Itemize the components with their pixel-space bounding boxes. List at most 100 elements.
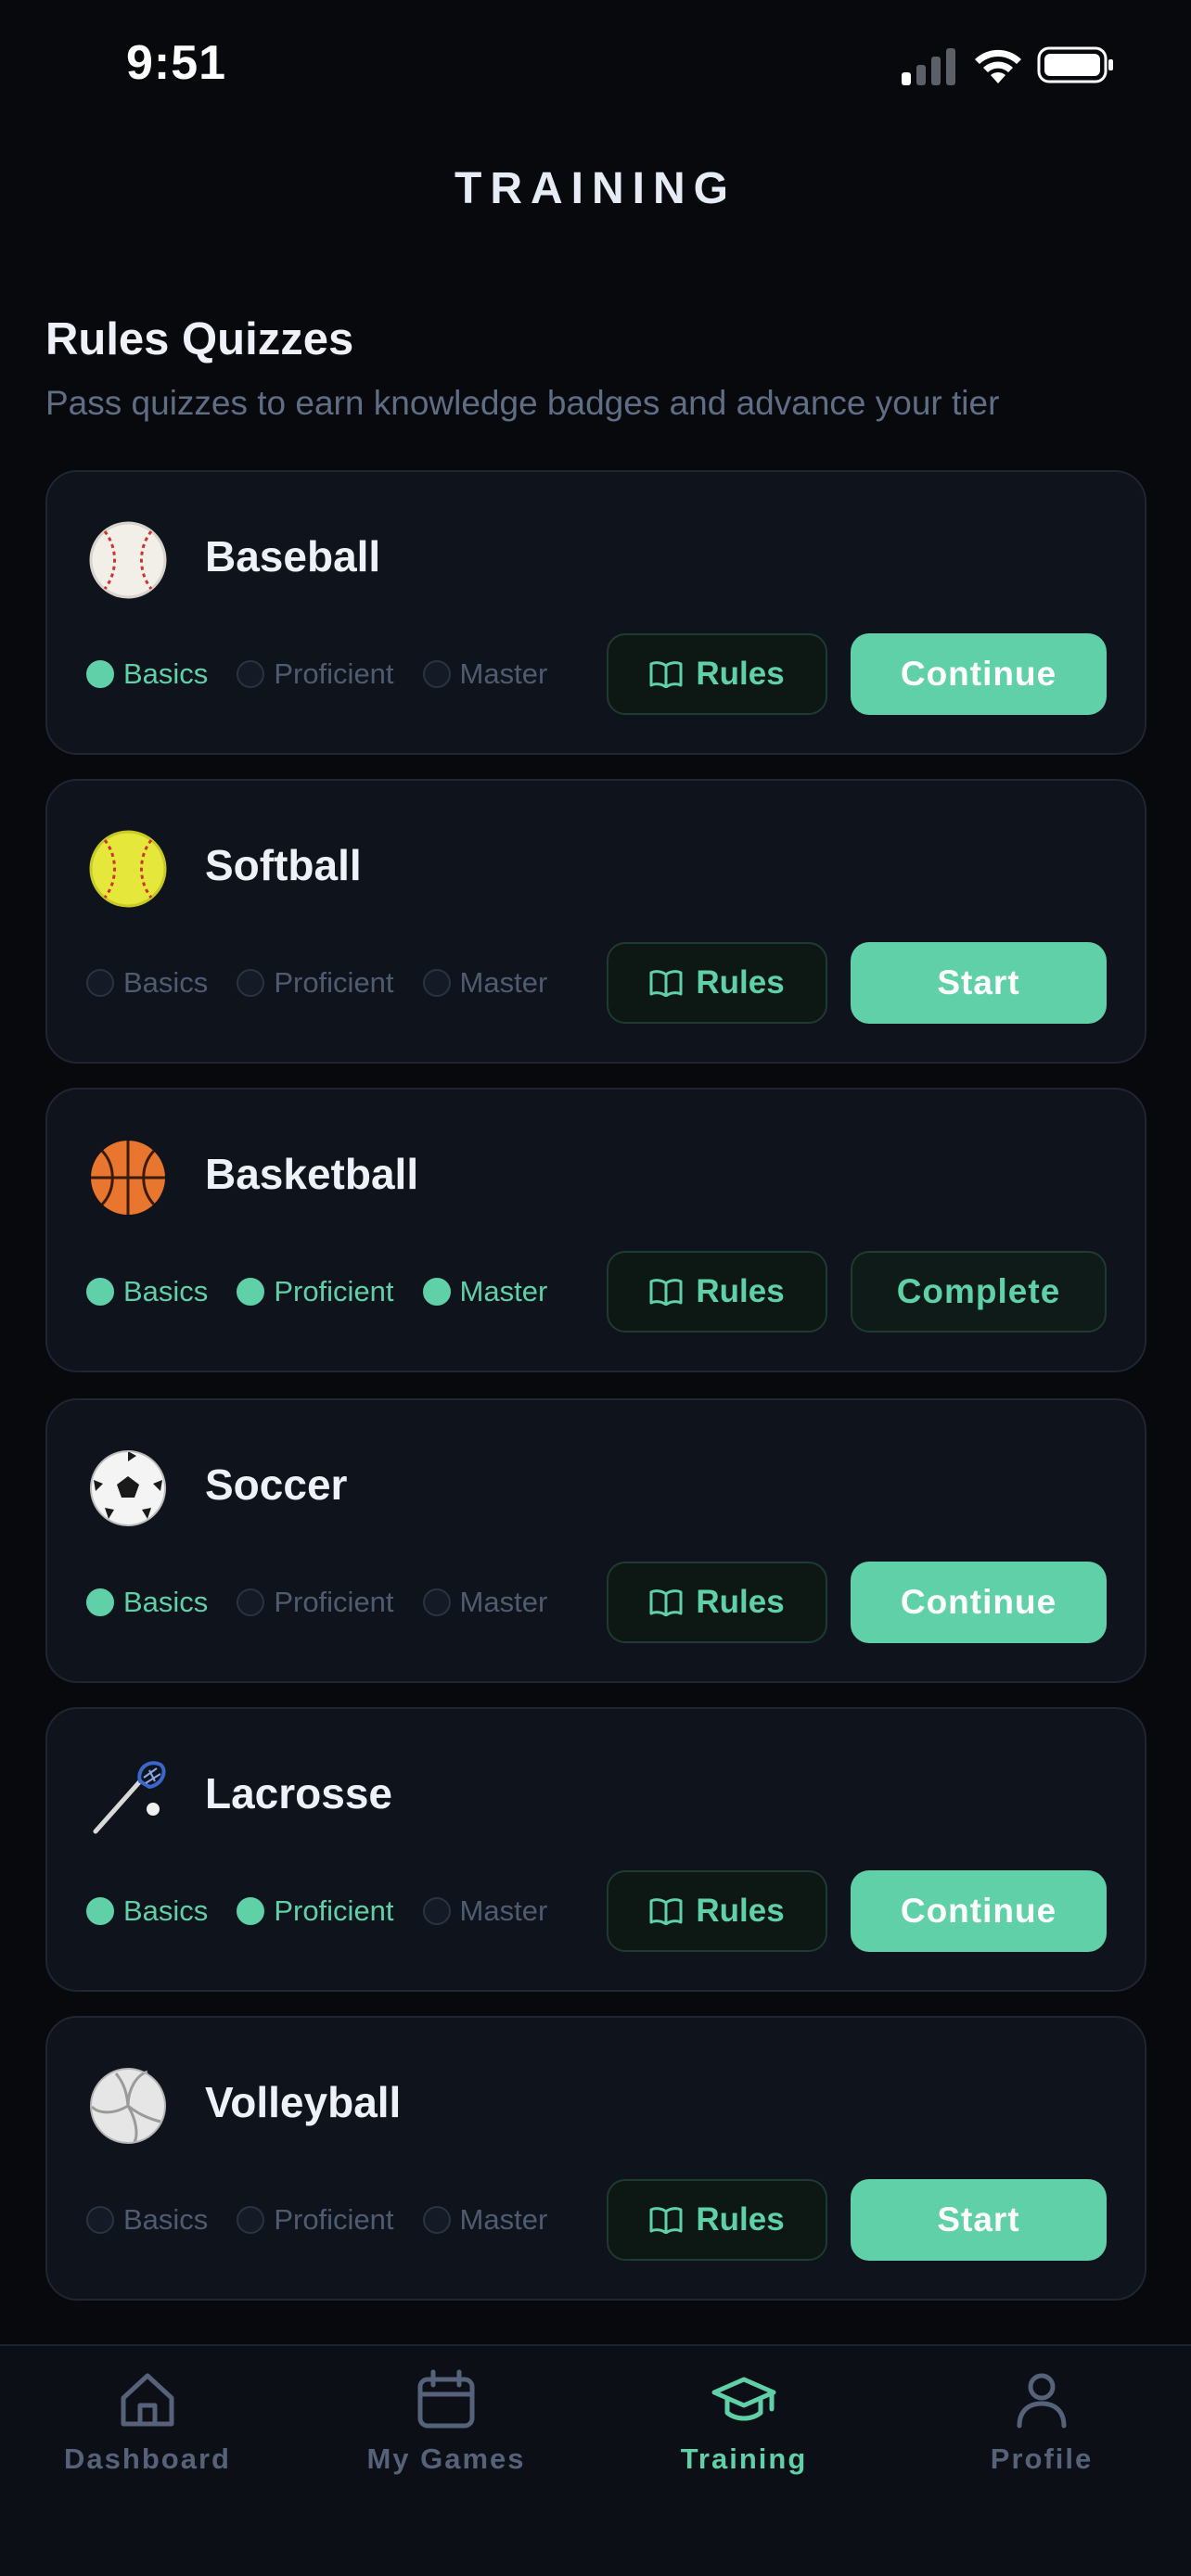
tier-label: Master	[459, 657, 548, 690]
tier-progress: Basics Proficient Master	[86, 955, 576, 1011]
rules-button[interactable]: Rules	[607, 1870, 827, 1952]
wifi-icon	[975, 49, 1021, 83]
battery-icon	[1037, 46, 1113, 83]
tier-progress: Basics Proficient Master	[86, 646, 576, 702]
tier-dot	[86, 660, 114, 688]
tier-basics: Basics	[86, 966, 208, 1000]
tier-proficient: Proficient	[237, 1586, 394, 1619]
sport-name: Volleyball	[205, 2078, 402, 2126]
tab-training[interactable]: Training	[605, 2366, 883, 2476]
tier-dot	[422, 1278, 451, 1306]
cellular-signal-icon	[902, 48, 955, 85]
tier-label: Master	[459, 1275, 548, 1307]
tab-label: My Games	[366, 2442, 526, 2475]
tier-proficient: Proficient	[237, 2203, 394, 2237]
open-book-icon	[649, 2207, 683, 2234]
tier-label: Master	[459, 966, 548, 999]
tier-dot	[422, 1897, 451, 1925]
rules-label: Rules	[696, 1584, 785, 1620]
tier-master: Master	[422, 1586, 548, 1619]
tier-label: Proficient	[274, 1586, 394, 1618]
tier-label: Proficient	[274, 1894, 394, 1927]
sport-name: Soccer	[205, 1460, 348, 1509]
tab-label: Training	[680, 2442, 808, 2475]
calendar-icon	[417, 2369, 475, 2429]
tier-basics: Basics	[86, 1586, 208, 1619]
page-title: TRAINING	[455, 164, 736, 213]
continue-button[interactable]: Continue	[851, 1562, 1107, 1643]
open-book-icon	[649, 1589, 683, 1616]
tab-bar: Dashboard My Games Training Profile	[0, 2344, 1191, 2576]
tier-label: Proficient	[274, 1275, 394, 1307]
tier-dot	[237, 660, 265, 688]
tier-label: Proficient	[274, 966, 394, 999]
sport-name: Lacrosse	[205, 1769, 393, 1817]
quiz-card-soccer[interactable]: Soccer Basics Proficient Master Rules Co…	[45, 1398, 1146, 1683]
tier-label: Proficient	[274, 2203, 394, 2236]
tier-proficient: Proficient	[237, 1275, 394, 1308]
section-subtitle: Pass quizzes to earn knowledge badges an…	[45, 384, 1000, 422]
tab-profile[interactable]: Profile	[903, 2366, 1181, 2476]
quiz-card-volleyball[interactable]: Volleyball Basics Proficient Master Rule…	[45, 2016, 1146, 2301]
rules-button[interactable]: Rules	[607, 1562, 827, 1643]
quiz-card-baseball[interactable]: Baseball Basics Proficient Master Rules …	[45, 470, 1146, 755]
tier-master: Master	[422, 966, 548, 1000]
continue-button[interactable]: Continue	[851, 1870, 1107, 1952]
tier-label: Proficient	[274, 657, 394, 690]
complete-button[interactable]: Complete	[851, 1251, 1107, 1333]
baseball-icon	[89, 521, 167, 599]
tier-dot	[86, 2206, 114, 2234]
status-time: 9:51	[126, 36, 227, 90]
quiz-card-softball[interactable]: Softball Basics Proficient Master Rules …	[45, 779, 1146, 1064]
rules-button[interactable]: Rules	[607, 942, 827, 1024]
softball-icon	[89, 830, 167, 908]
graduation-cap-icon	[711, 2377, 776, 2421]
start-button[interactable]: Start	[851, 2179, 1107, 2261]
tier-label: Master	[459, 1586, 548, 1618]
tier-progress: Basics Proficient Master	[86, 2192, 576, 2248]
tier-basics: Basics	[86, 1275, 208, 1308]
open-book-icon	[649, 1279, 683, 1306]
tier-label: Basics	[123, 1586, 209, 1618]
rules-label: Rules	[696, 1273, 785, 1309]
tab-label: Profile	[990, 2442, 1094, 2475]
tier-label: Basics	[123, 2203, 209, 2236]
rules-label: Rules	[696, 1893, 785, 1929]
tier-label: Master	[459, 2203, 548, 2236]
rules-button[interactable]: Rules	[607, 1251, 827, 1333]
tier-progress: Basics Proficient Master	[86, 1575, 576, 1630]
tier-dot	[237, 2206, 265, 2234]
start-button[interactable]: Start	[851, 942, 1107, 1024]
sport-name: Basketball	[205, 1150, 419, 1198]
tier-dot	[86, 1278, 114, 1306]
tier-progress: Basics Proficient Master	[86, 1883, 576, 1939]
tier-label: Basics	[123, 1894, 209, 1927]
tier-dot	[237, 969, 265, 997]
status-bar: 9:51	[0, 0, 1191, 139]
rules-button[interactable]: Rules	[607, 633, 827, 715]
tier-progress: Basics Proficient Master	[86, 1264, 576, 1320]
rules-button[interactable]: Rules	[607, 2179, 827, 2261]
sport-name: Baseball	[205, 532, 381, 580]
open-book-icon	[649, 661, 683, 688]
continue-button[interactable]: Continue	[851, 633, 1107, 715]
soccer-ball-icon	[90, 1450, 166, 1526]
tier-dot	[237, 1588, 265, 1616]
open-book-icon	[649, 970, 683, 997]
rules-label: Rules	[696, 656, 785, 692]
volleyball-icon	[90, 2068, 166, 2144]
tab-my-games[interactable]: My Games	[307, 2366, 585, 2476]
quiz-card-basketball[interactable]: Basketball Basics Proficient Master Rule…	[45, 1088, 1146, 1372]
tier-dot	[86, 969, 114, 997]
tab-dashboard[interactable]: Dashboard	[8, 2366, 287, 2476]
lacrosse-stick-icon	[93, 1761, 166, 1834]
tier-dot	[86, 1897, 114, 1925]
tier-label: Master	[459, 1894, 548, 1927]
tier-proficient: Proficient	[237, 657, 394, 691]
tier-dot	[86, 1588, 114, 1616]
tier-dot	[422, 660, 451, 688]
quiz-card-lacrosse[interactable]: Lacrosse Basics Proficient Master Rules …	[45, 1707, 1146, 1992]
tier-label: Basics	[123, 966, 209, 999]
tier-dot	[237, 1897, 265, 1925]
tier-basics: Basics	[86, 1894, 208, 1928]
